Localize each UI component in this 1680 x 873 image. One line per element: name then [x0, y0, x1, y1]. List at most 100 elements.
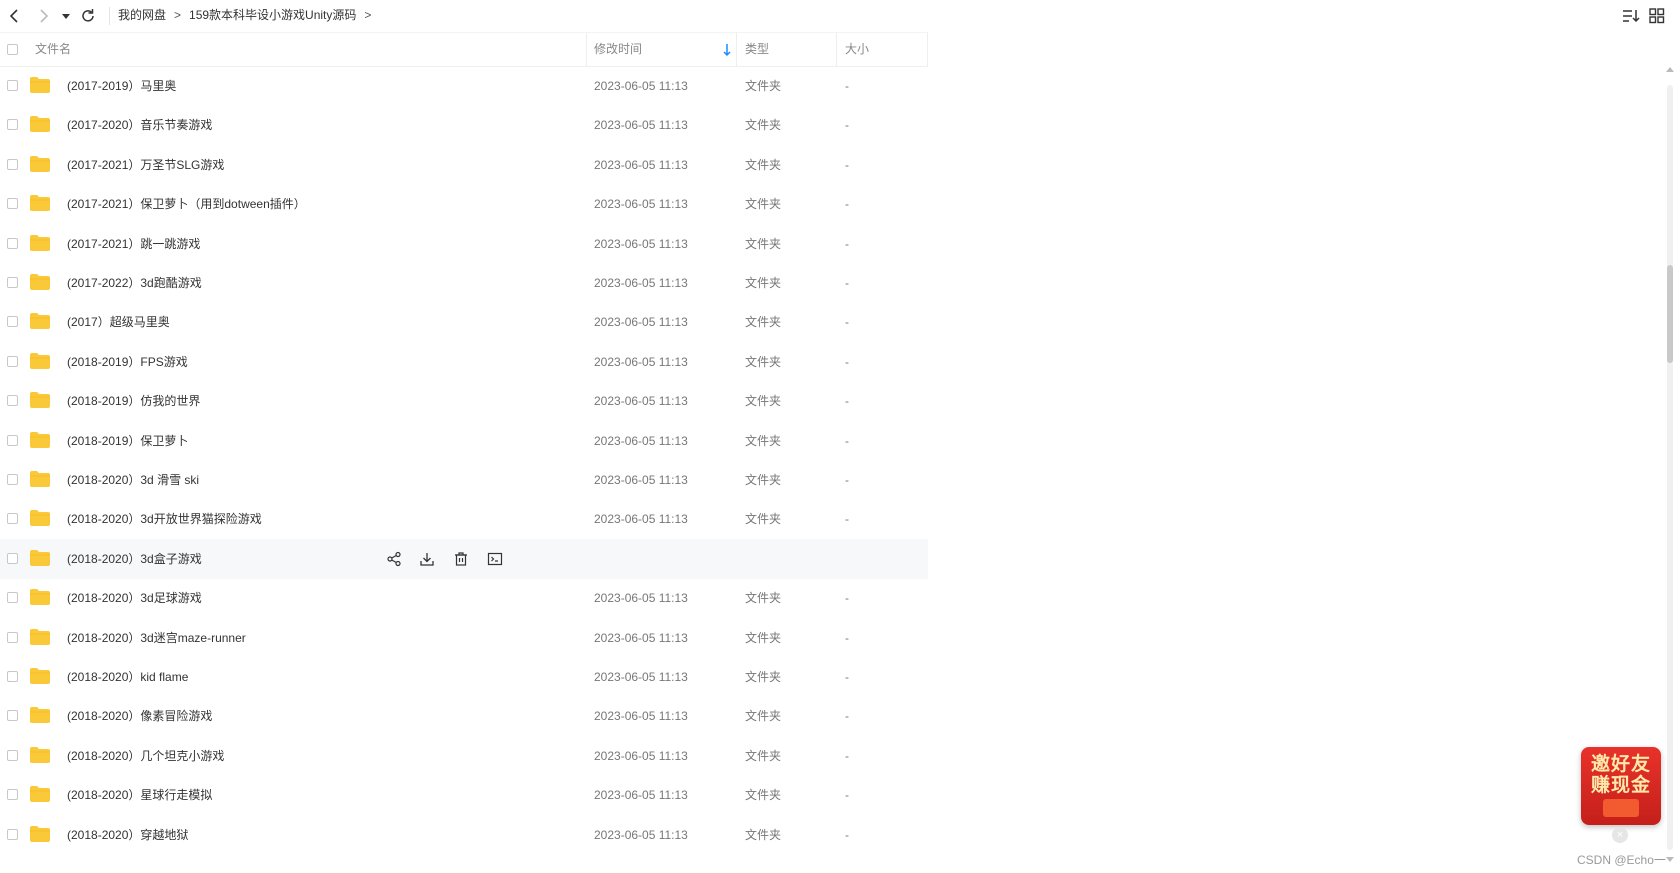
row-checkbox[interactable]	[7, 710, 18, 722]
file-row[interactable]: (2017-2019）马里奥 2023-06-05 11:13 文件夹 -	[0, 66, 928, 106]
scroll-up-arrow[interactable]	[1666, 67, 1674, 72]
row-checkbox[interactable]	[7, 749, 18, 761]
file-row[interactable]: (2017-2021）跳一跳游戏 2023-06-05 11:13 文件夹 -	[0, 224, 928, 264]
file-row[interactable]: (2018-2020）3d盒子游戏	[0, 538, 928, 579]
row-checkbox[interactable]	[7, 474, 18, 485]
file-name[interactable]: (2018-2019）仿我的世界	[67, 381, 200, 421]
scroll-down-arrow[interactable]	[1666, 857, 1674, 862]
file-type: 文件夹	[745, 512, 782, 527]
row-checkbox[interactable]	[7, 237, 18, 249]
row-checkbox[interactable]	[7, 277, 18, 288]
file-name[interactable]: (2017-2022）3d跑酷游戏	[67, 263, 202, 303]
row-checkbox[interactable]	[7, 592, 18, 604]
file-row[interactable]: (2018-2020）kid flame 2023-06-05 11:13 文件夹 -	[0, 657, 928, 697]
column-divider[interactable]	[736, 33, 737, 66]
grid-view-button[interactable]	[1648, 8, 1666, 24]
file-name[interactable]: (2018-2020）几个坦克小游戏	[67, 736, 224, 776]
file-name[interactable]: (2018-2020）3d盒子游戏	[67, 539, 202, 579]
file-row[interactable]: (2018-2020）3d 滑雪 ski 2023-06-05 11:13 文件夹 -	[0, 460, 928, 500]
column-header-type[interactable]: 类型	[745, 33, 769, 66]
row-checkbox[interactable]	[7, 119, 18, 131]
promo-close-button[interactable]: ×	[1612, 827, 1628, 843]
column-header-size[interactable]: 大小	[845, 33, 869, 66]
row-checkbox[interactable]	[7, 828, 18, 840]
file-name[interactable]: (2018-2020）星球行走模拟	[67, 775, 212, 815]
file-size: -	[845, 788, 849, 803]
invite-friends-promo[interactable]: 邀好友 赚现金	[1581, 747, 1661, 825]
file-row[interactable]: (2018-2020）3d迷宫maze-runner 2023-06-05 11:…	[0, 618, 928, 658]
file-name[interactable]: (2017-2020）音乐节奏游戏	[67, 105, 212, 145]
row-checkbox[interactable]	[7, 395, 18, 407]
column-divider[interactable]	[927, 33, 928, 66]
file-name[interactable]: (2018-2020）3d足球游戏	[67, 578, 202, 618]
file-name[interactable]: (2017-2021）跳一跳游戏	[67, 224, 200, 264]
file-name[interactable]: (2018-2020）kid flame	[67, 657, 188, 697]
select-all-checkbox[interactable]	[7, 44, 18, 55]
file-type: 文件夹	[745, 670, 782, 684]
file-row[interactable]: (2018-2020）星球行走模拟 2023-06-05 11:13 文件夹 -	[0, 775, 928, 815]
file-row[interactable]: (2017-2021）万圣节SLG游戏 2023-06-05 11:13 文件夹 -	[0, 145, 928, 185]
file-type: 文件夹	[745, 630, 782, 645]
file-type: 文件夹	[745, 827, 782, 842]
file-name[interactable]: (2017-2021）保卫萝卜（用到dotween插件）	[67, 184, 306, 224]
row-checkbox[interactable]	[7, 513, 18, 525]
share-icon[interactable]	[386, 551, 402, 567]
history-dropdown-button[interactable]	[59, 6, 73, 26]
file-row[interactable]: (2017-2022）3d跑酷游戏 2023-06-05 11:13 文件夹 -	[0, 263, 928, 303]
file-row[interactable]: (2018-2020）像素冒险游戏 2023-06-05 11:13 文件夹 -	[0, 696, 928, 736]
download-icon[interactable]	[419, 551, 435, 567]
column-divider[interactable]	[836, 33, 837, 66]
file-size: -	[845, 79, 849, 93]
scrollbar-track-bg[interactable]	[1667, 85, 1673, 850]
file-name[interactable]: (2018-2020）3d开放世界猫探险游戏	[67, 499, 262, 539]
sort-button[interactable]	[1622, 8, 1640, 24]
row-checkbox[interactable]	[7, 198, 18, 210]
file-modified-date: 2023-06-05 11:13	[594, 157, 688, 172]
file-row[interactable]: (2017-2020）音乐节奏游戏 2023-06-05 11:13 文件夹 -	[0, 105, 928, 145]
column-header-modified[interactable]: 修改时间	[594, 33, 642, 66]
column-divider[interactable]	[586, 33, 587, 66]
breadcrumb-current[interactable]: 159款本科毕设小游戏Unity源码	[189, 0, 356, 30]
file-name[interactable]: (2018-2020）像素冒险游戏	[67, 696, 212, 736]
sort-desc-icon[interactable]	[722, 43, 732, 57]
row-checkbox[interactable]	[7, 552, 18, 564]
file-name[interactable]: (2018-2020）3d迷宫maze-runner	[67, 618, 246, 658]
row-checkbox[interactable]	[7, 316, 18, 328]
forward-button[interactable]	[33, 6, 53, 26]
file-name[interactable]: (2018-2020）穿越地狱	[67, 815, 188, 855]
file-name[interactable]: (2018-2019）保卫萝卜	[67, 421, 188, 461]
row-checkbox[interactable]	[7, 789, 18, 801]
breadcrumb-root[interactable]: 我的网盘	[118, 0, 166, 30]
file-row[interactable]: (2018-2020）3d开放世界猫探险游戏 2023-06-05 11:13 文件…	[0, 499, 928, 539]
file-name[interactable]: (2017-2021）万圣节SLG游戏	[67, 145, 224, 185]
file-row[interactable]: (2018-2020）3d足球游戏 2023-06-05 11:13 文件夹 -	[0, 578, 928, 618]
rename-icon[interactable]	[487, 551, 503, 567]
row-checkbox[interactable]	[7, 80, 18, 91]
file-row[interactable]: (2017-2021）保卫萝卜（用到dotween插件） 2023-06-05 1…	[0, 184, 928, 224]
file-modified-date: 2023-06-05 11:13	[594, 591, 688, 606]
file-name[interactable]: (2017）超级马里奥	[67, 302, 170, 342]
folder-icon	[30, 628, 50, 645]
file-row[interactable]: (2018-2020）几个坦克小游戏 2023-06-05 11:13 文件夹 -	[0, 736, 928, 776]
row-checkbox[interactable]	[7, 158, 18, 170]
file-row[interactable]: (2017）超级马里奥 2023-06-05 11:13 文件夹 -	[0, 302, 928, 342]
row-checkbox[interactable]	[7, 631, 18, 643]
watermark: CSDN @Echo一	[1577, 853, 1666, 867]
file-row[interactable]: (2018-2019）FPS游戏 2023-06-05 11:13 文件夹 -	[0, 342, 928, 382]
delete-icon[interactable]	[453, 551, 469, 567]
file-row[interactable]: (2018-2019）保卫萝卜 2023-06-05 11:13 文件夹 -	[0, 421, 928, 461]
row-checkbox[interactable]	[7, 671, 18, 682]
file-row[interactable]: (2018-2020）穿越地狱 2023-06-05 11:13 文件夹 -	[0, 815, 928, 855]
file-name[interactable]: (2018-2019）FPS游戏	[67, 342, 188, 382]
file-row[interactable]: (2018-2019）仿我的世界 2023-06-05 11:13 文件夹 -	[0, 381, 928, 421]
scrollbar-thumb[interactable]	[1667, 265, 1673, 363]
row-checkbox[interactable]	[7, 434, 18, 446]
row-checkbox[interactable]	[7, 355, 18, 367]
file-name[interactable]: (2017-2019）马里奥	[67, 66, 176, 106]
back-button[interactable]	[5, 6, 25, 26]
column-header-name[interactable]: 文件名	[35, 33, 71, 66]
file-modified-date: 2023-06-05 11:13	[594, 670, 688, 684]
refresh-button[interactable]	[78, 6, 98, 26]
folder-icon	[30, 352, 50, 369]
file-name[interactable]: (2018-2020）3d 滑雪 ski	[67, 460, 199, 500]
